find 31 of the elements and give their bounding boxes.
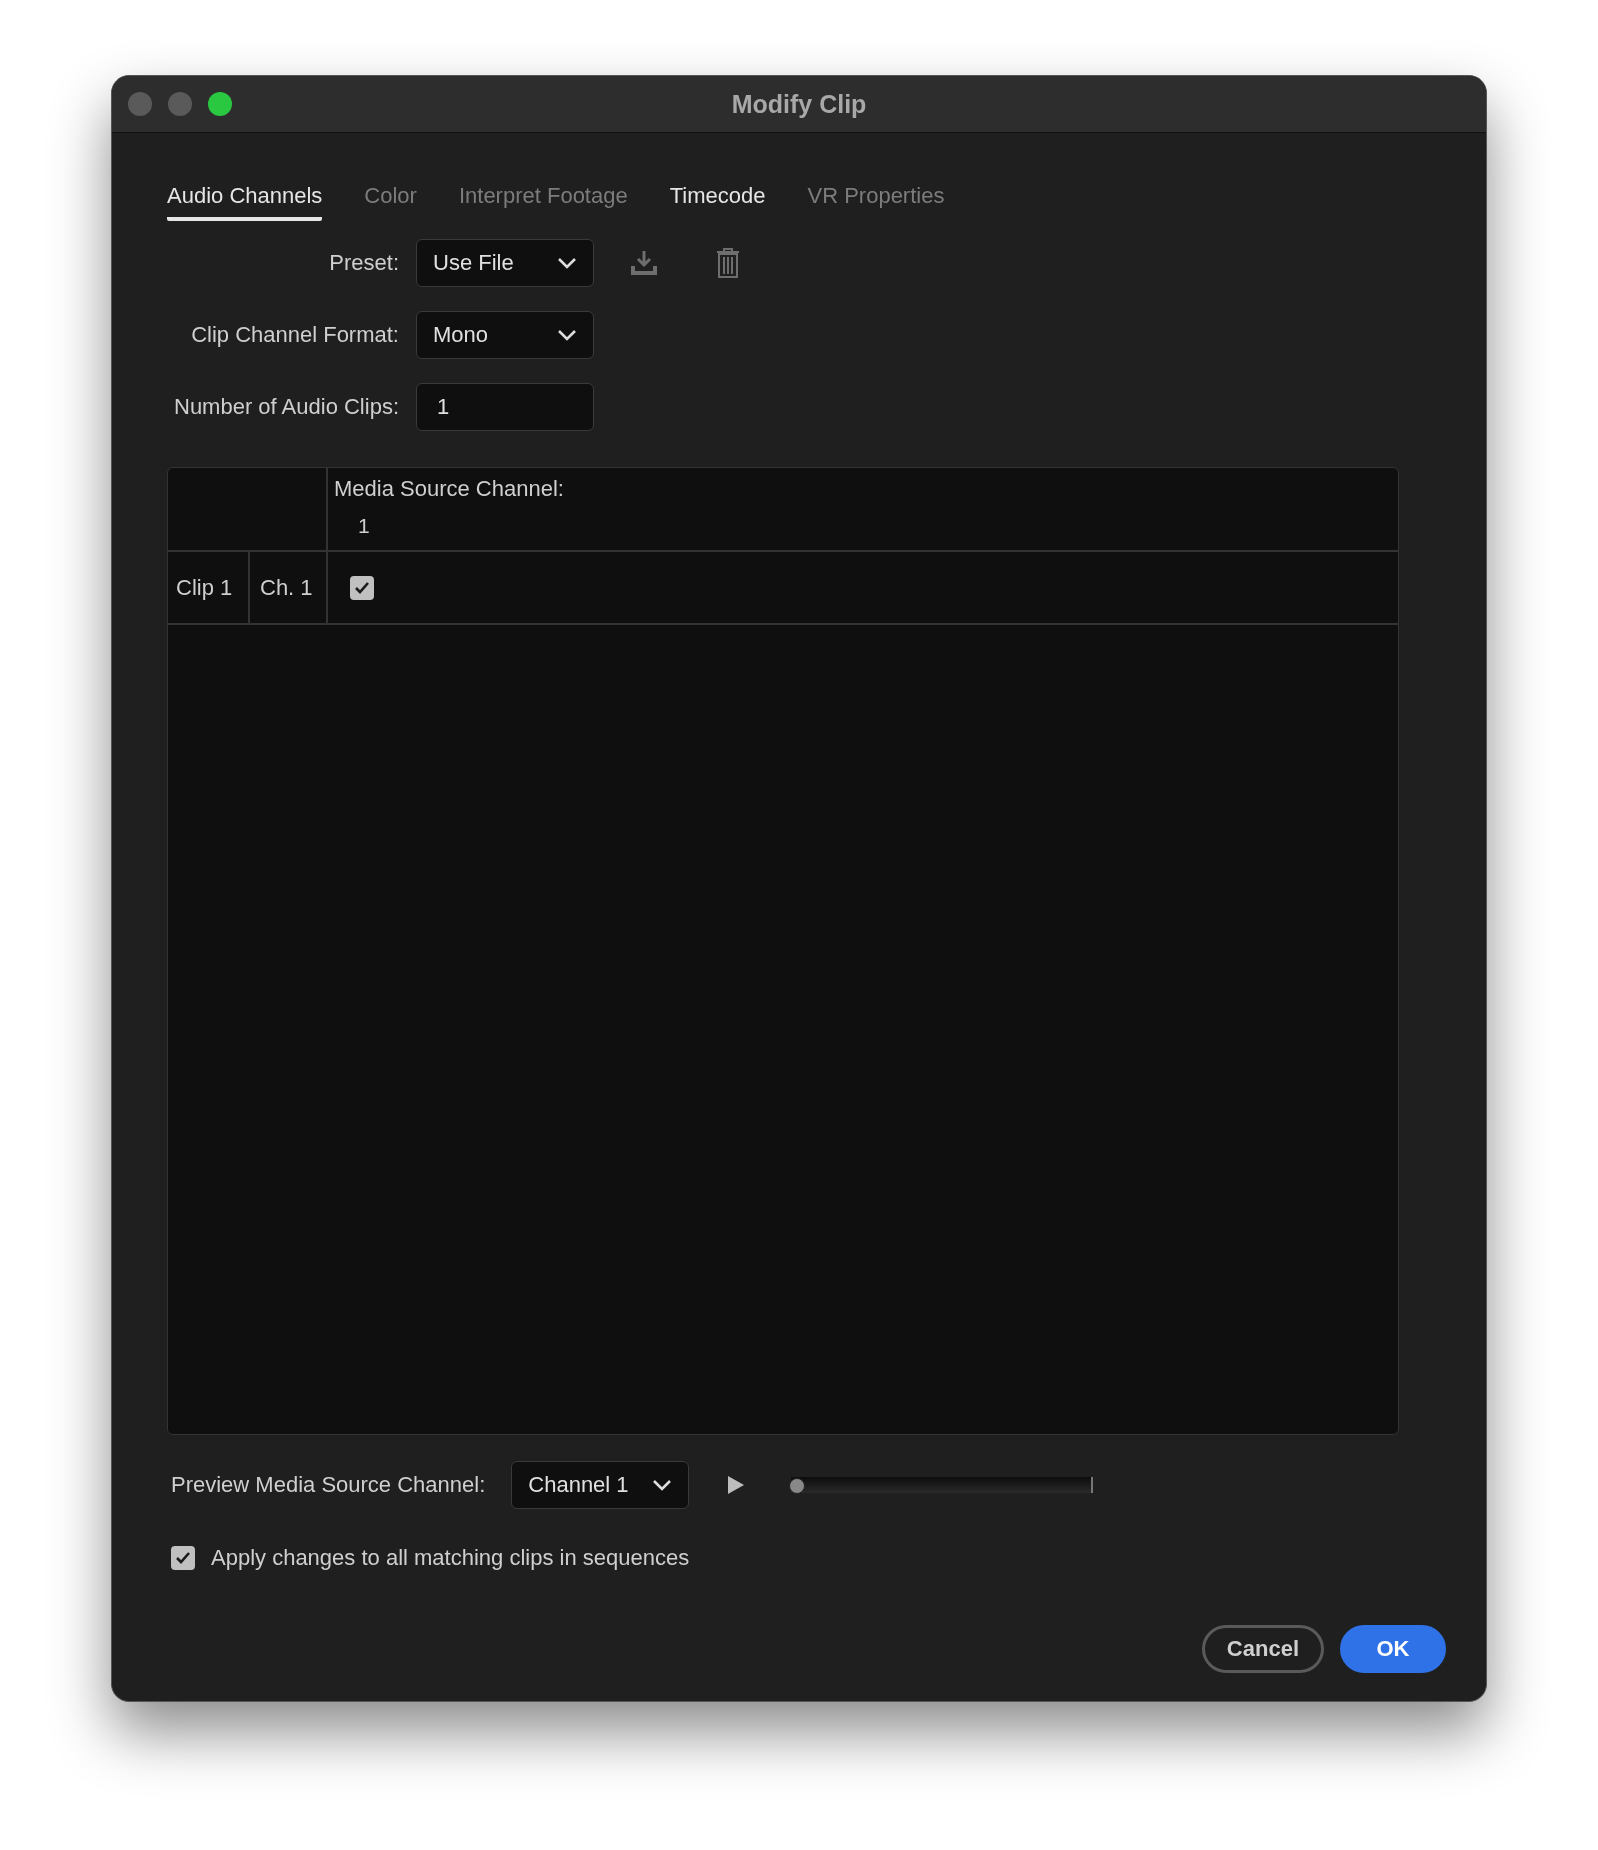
download-icon[interactable] — [629, 250, 659, 276]
table-cell: Ch. 1 — [260, 574, 313, 601]
field-label: Preview Media Source Channel: — [171, 1472, 486, 1498]
checkmark-icon — [175, 1551, 191, 1565]
dropdown[interactable]: Mono — [416, 311, 594, 359]
checkmark-icon — [354, 580, 370, 595]
tab[interactable]: Timecode — [669, 183, 766, 221]
checkbox[interactable] — [171, 1546, 195, 1570]
table-cell: Clip 1 — [176, 574, 233, 601]
chevron-down-icon — [557, 257, 577, 269]
cancel-button[interactable]: Cancel — [1201, 1625, 1324, 1673]
play-icon[interactable] — [727, 1475, 746, 1495]
window-title: Modify Clip — [731, 89, 867, 119]
ok-button[interactable]: OK — [1340, 1625, 1446, 1673]
checkbox[interactable] — [350, 575, 374, 600]
column-header: Media Source Channel: — [334, 476, 564, 502]
preview-slider[interactable] — [791, 1477, 1094, 1493]
dropdown[interactable]: Channel 1 — [511, 1461, 690, 1509]
field-label: Number of Audio Clips: — [173, 394, 399, 420]
chevron-down-icon — [652, 1479, 673, 1491]
tab[interactable]: Audio Channels — [167, 183, 323, 221]
slider-thumb[interactable] — [789, 1478, 806, 1494]
zoom-window-button[interactable] — [208, 92, 232, 116]
field-label: Preset: — [328, 250, 399, 276]
field-label: Clip Channel Format: — [190, 322, 399, 348]
checkbox-label: Apply changes to all matching clips in sequences — [211, 1545, 690, 1571]
input-field[interactable]: 1 — [416, 383, 594, 431]
dropdown[interactable]: Use File — [416, 239, 594, 287]
channel-number: 1 — [357, 514, 370, 538]
trash-icon[interactable] — [716, 248, 740, 278]
chevron-down-icon — [557, 329, 577, 341]
